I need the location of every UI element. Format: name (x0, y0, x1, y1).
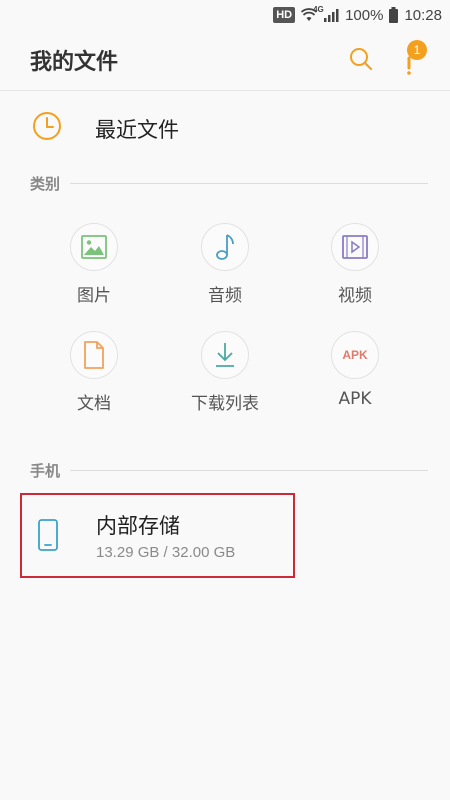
recent-files-item[interactable]: 最近文件 (0, 100, 450, 156)
categories-header-label: 类别 (30, 174, 61, 193)
notification-badge: 1 (407, 40, 427, 60)
battery-icon (389, 7, 399, 23)
search-button[interactable] (346, 44, 376, 74)
network-type: 4G (313, 5, 324, 14)
category-label: 视频 (338, 286, 372, 306)
search-icon (350, 48, 373, 71)
section-divider (70, 469, 428, 471)
video-icon (331, 223, 379, 271)
category-documents[interactable]: 文档 (44, 331, 144, 431)
signal-icon: 4G (313, 5, 339, 22)
storage-name: 内部存储 (96, 514, 180, 538)
image-icon (70, 223, 118, 271)
category-label: 下载列表 (191, 394, 259, 414)
category-video[interactable]: 视频 (305, 223, 405, 323)
apk-icon-text: APK (342, 348, 368, 362)
battery-percent: 100% (345, 6, 384, 24)
category-apk[interactable]: APK APK (305, 331, 405, 431)
internal-storage-item[interactable]: 内部存储 13.29 GB / 32.00 GB (20, 493, 295, 578)
category-label: 图片 (77, 286, 111, 306)
app-bar: 我的文件 1 (0, 30, 450, 90)
category-audio[interactable]: 音频 (175, 223, 275, 323)
document-icon (70, 331, 118, 379)
page-title: 我的文件 (30, 50, 119, 75)
download-icon (201, 331, 249, 379)
app-bar-divider (0, 90, 450, 91)
phone-icon (38, 519, 58, 555)
categories-header: 类别 (30, 171, 428, 195)
category-label: 音频 (208, 286, 242, 306)
category-label: 文档 (77, 394, 111, 414)
category-label: APK (338, 389, 372, 409)
status-bar: HD 4G 100% 10:28 (0, 0, 450, 30)
clock-icon (31, 110, 63, 146)
section-divider (70, 182, 428, 184)
phone-header-label: 手机 (30, 461, 61, 480)
notification-button[interactable]: 1 (395, 40, 429, 76)
phone-header: 手机 (30, 458, 428, 482)
category-downloads[interactable]: 下载列表 (175, 331, 275, 431)
music-note-icon (201, 223, 249, 271)
recent-files-label: 最近文件 (95, 118, 179, 142)
apk-icon: APK (331, 331, 379, 379)
clock: 10:28 (404, 6, 442, 24)
storage-size: 13.29 GB / 32.00 GB (96, 544, 236, 561)
category-images[interactable]: 图片 (44, 223, 144, 323)
hd-badge: HD (273, 7, 296, 23)
